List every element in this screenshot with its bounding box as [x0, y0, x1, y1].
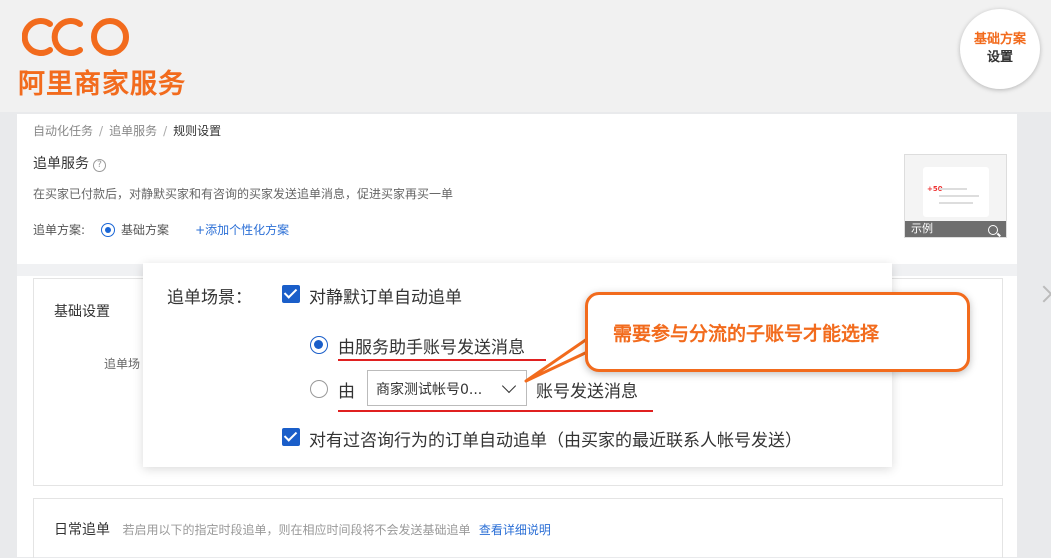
daily-note: 若启用以下的指定时段追单，则在相应时间段将不会发送基础追单 [122, 523, 471, 537]
send-via-account-radio[interactable] [310, 380, 328, 398]
callout-annotation: 需要参与分流的子账号才能选择 [585, 292, 970, 372]
badge-line2: 设置 [986, 50, 1013, 65]
breadcrumb-followup[interactable]: 追单服务 [109, 124, 157, 138]
scene-label: 追单场景： [167, 288, 252, 308]
badge-line1: 基础方案 [973, 32, 1026, 47]
breadcrumb: 自动化任务 / 追单服务 / 规则设置 [33, 124, 222, 138]
add-custom-plan-link[interactable]: +添加个性化方案 [195, 221, 289, 238]
silent-order-checkbox[interactable] [282, 285, 300, 303]
plan-row: 追单方案: 基础方案 +添加个性化方案 [33, 221, 289, 238]
help-icon[interactable]: ? [93, 159, 106, 172]
consult-order-label: 对有过咨询行为的订单自动追单（由买家的最近联系人帐号发送） [309, 431, 802, 451]
daily-followup-row: 日常追单 若启用以下的指定时段追单，则在相应时间段将不会发送基础追单 查看详细说… [54, 519, 551, 539]
helper-underline [338, 359, 546, 361]
brand-logo-text: 阿里商家服务 [18, 69, 186, 100]
send-via-helper-label: 由服务助手账号发送消息 [338, 338, 525, 358]
zoom-icon[interactable] [988, 225, 998, 235]
preview-bar: 示例 [905, 221, 1006, 237]
plan-label: 追单方案: [33, 223, 86, 237]
send-via-prefix: 由 [338, 382, 355, 402]
basic-scene-label: 追单场 [104, 357, 141, 371]
plan-basic-label[interactable]: 基础方案 [121, 221, 169, 238]
chevron-right-icon[interactable] [1035, 285, 1051, 303]
page-title: 追单服务 [33, 156, 89, 172]
account-select[interactable]: 商家测试帐号0... [367, 370, 527, 406]
service-title-row: 追单服务? [33, 153, 106, 173]
chevron-down-icon [501, 378, 517, 394]
consult-order-checkbox[interactable] [282, 428, 300, 446]
callout-text: 需要参与分流的子账号才能选择 [613, 323, 880, 345]
plan-radio-basic[interactable] [101, 222, 116, 237]
service-description: 在买家已付款后，对静默买家和有咨询的买家发送追单消息，促进买家再买一单 [33, 187, 454, 201]
basic-settings-title: 基础设置 [54, 304, 110, 320]
daily-details-link[interactable]: 查看详细说明 [479, 523, 551, 537]
alibaba-service-logo-icon [22, 18, 129, 56]
preview-label: 示例 [911, 222, 933, 235]
silent-order-label: 对静默订单自动追单 [309, 288, 462, 308]
example-preview-thumbnail[interactable]: +50 示例 [904, 154, 1007, 238]
send-via-helper-radio[interactable] [310, 336, 328, 354]
breadcrumb-automation[interactable]: 自动化任务 [33, 124, 93, 138]
breadcrumb-rules: 规则设置 [173, 124, 222, 138]
brand-header: 阿里商家服务 基础方案 设置 [0, 0, 1051, 112]
account-underline [338, 410, 653, 412]
account-select-value: 商家测试帐号0... [376, 382, 483, 398]
daily-followup-section: 日常追单 若启用以下的指定时段追单，则在相应时间段将不会发送基础追单 查看详细说… [33, 498, 1003, 558]
send-via-suffix: 账号发送消息 [536, 382, 638, 402]
daily-title: 日常追单 [54, 522, 110, 538]
plan-badge: 基础方案 设置 [960, 9, 1040, 89]
